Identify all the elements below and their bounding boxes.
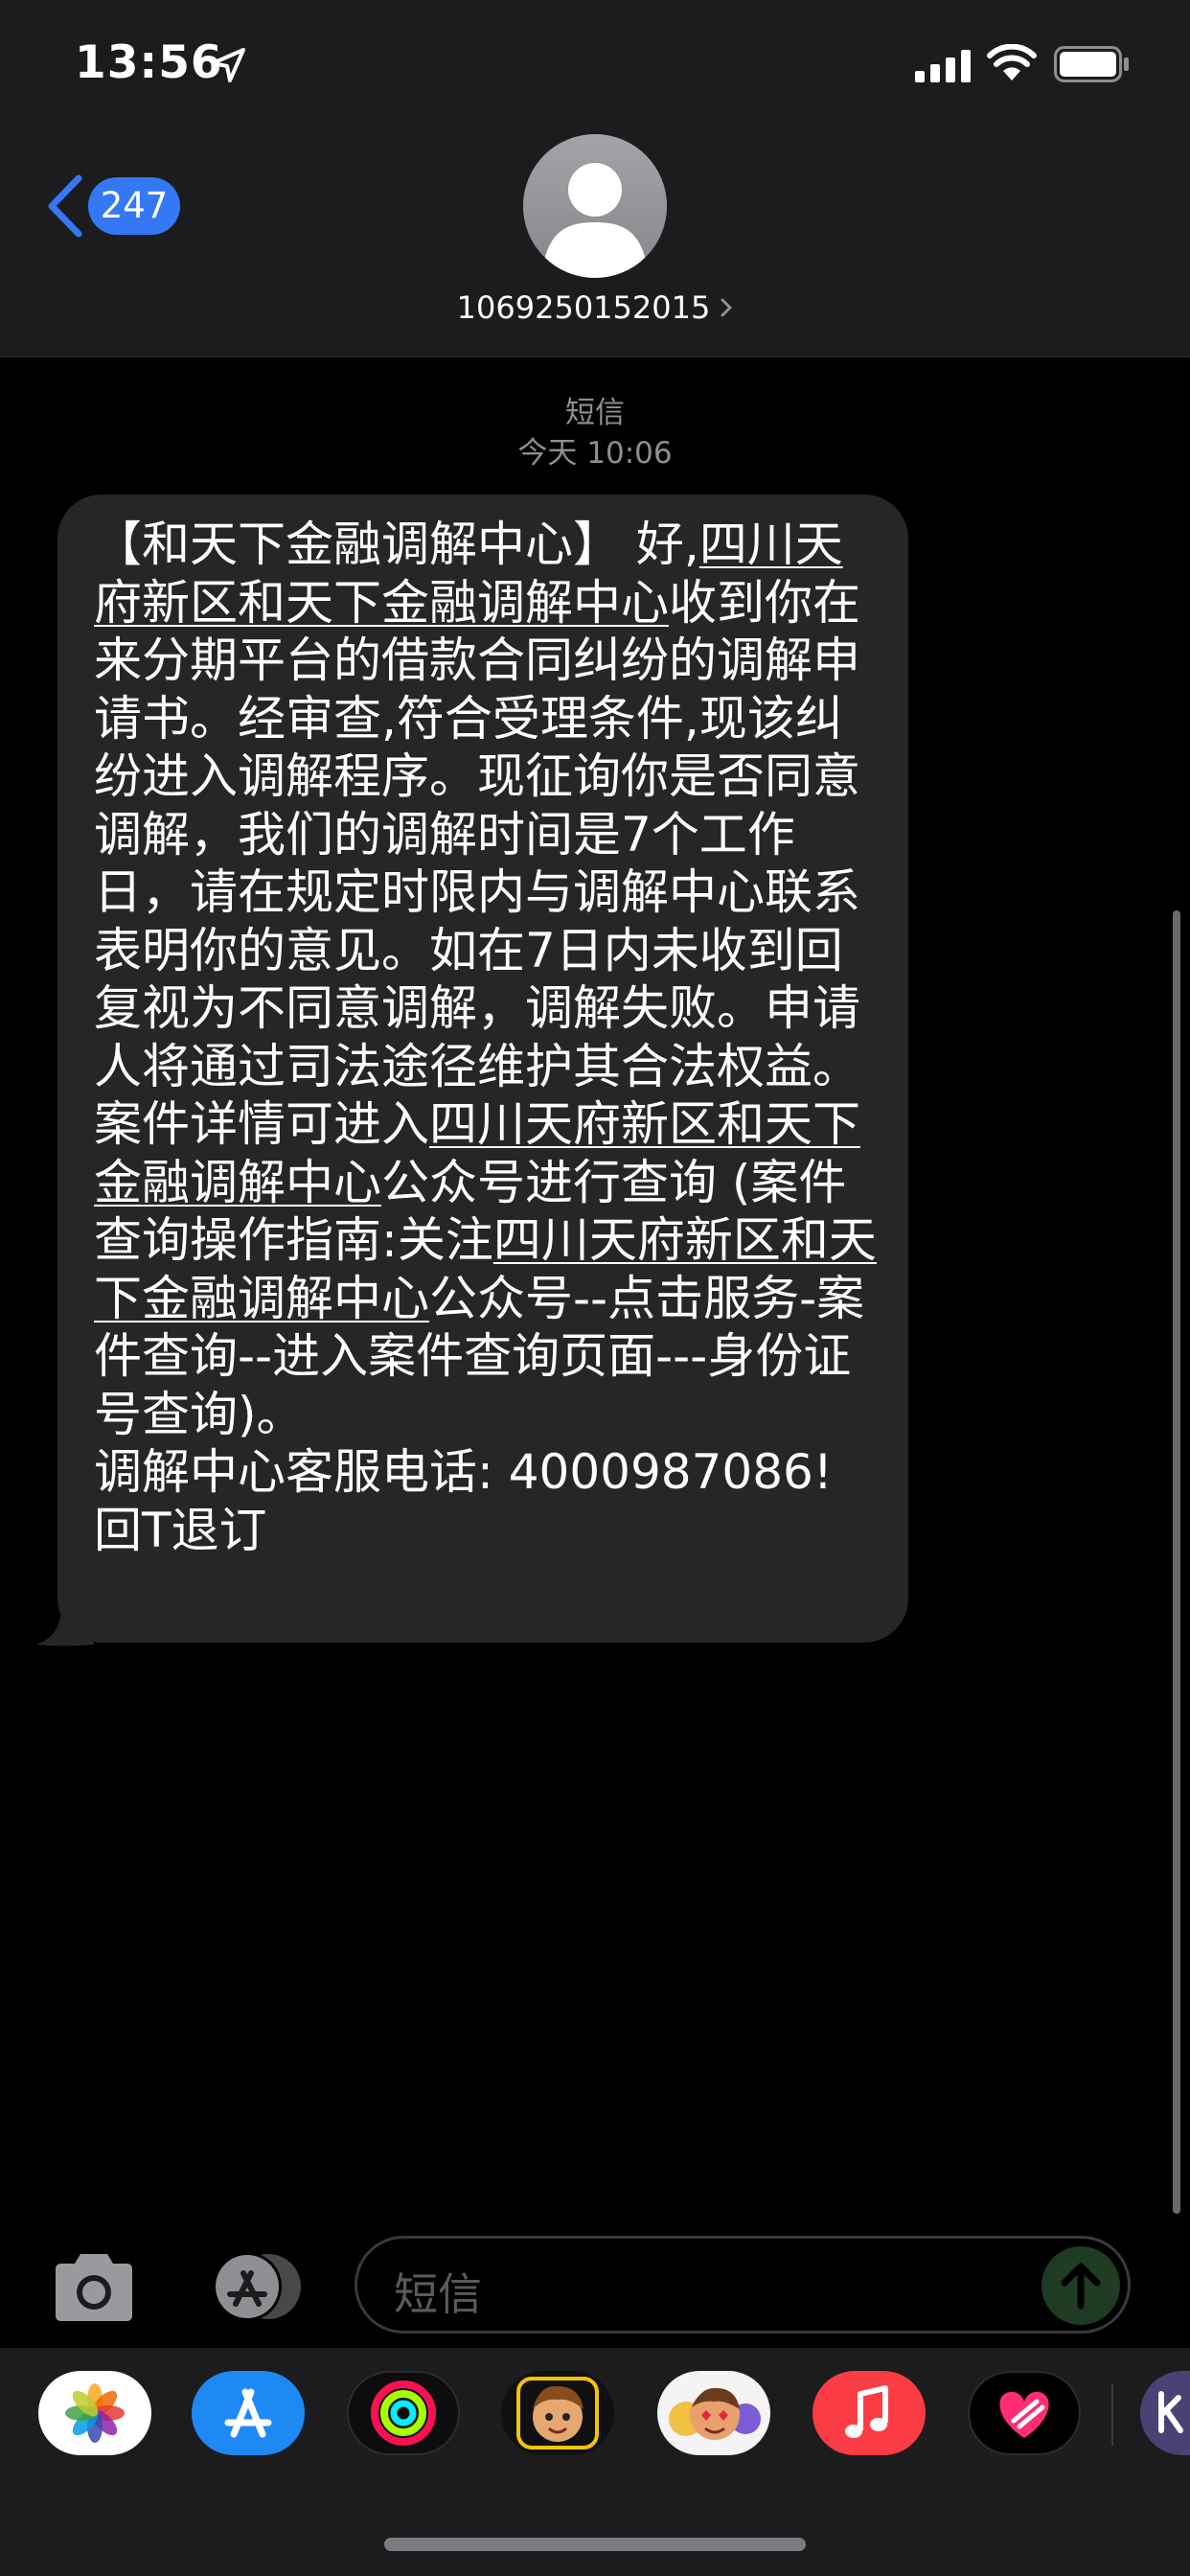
message-type-label: 短信 [565, 396, 625, 430]
contact-avatar[interactable] [523, 134, 667, 278]
message-timestamp: 今天 10:06 [517, 436, 673, 471]
contact-name-row[interactable]: 1069250152015 [0, 289, 1190, 326]
photos-app-button[interactable] [38, 2371, 151, 2455]
app-store-toggle-icon[interactable] [197, 2250, 305, 2323]
app-drawer [0, 2348, 1190, 2576]
app-store-app-button[interactable] [192, 2371, 305, 2455]
activity-icon [371, 2380, 436, 2446]
message-input[interactable]: 短信 [355, 2236, 1131, 2334]
arrow-up-icon [1061, 2263, 1101, 2310]
photos-icon [65, 2383, 125, 2443]
unread-count-badge[interactable]: 247 [88, 177, 180, 235]
music-app-button[interactable] [812, 2371, 926, 2455]
message-heading: 【和天下金融调解中心】 [94, 517, 636, 572]
status-time: 13:56 [75, 36, 223, 89]
memoji-stickers-icon [669, 2387, 761, 2440]
status-bar: 13:56 [0, 0, 1190, 134]
scroll-indicator[interactable] [1173, 910, 1180, 2214]
activity-app-button[interactable] [347, 2371, 460, 2455]
digital-touch-app-button[interactable] [968, 2371, 1081, 2455]
memoji-stickers-app-button[interactable] [657, 2371, 770, 2455]
send-button[interactable] [1041, 2246, 1120, 2325]
partial-app-icon [1158, 2391, 1183, 2433]
person-silhouette-icon [523, 134, 667, 278]
conversation-header: 247 1069250152015 [0, 134, 1190, 357]
cellular-signal-icon [915, 50, 971, 82]
message-text: 好, [635, 517, 699, 572]
message-meta: 短信 今天 10:06 [0, 393, 1190, 473]
home-indicator [384, 2538, 806, 2551]
battery-icon [1054, 46, 1129, 82]
more-apps-button[interactable] [1140, 2371, 1190, 2455]
drawer-divider [1111, 2384, 1113, 2446]
back-chevron-icon[interactable] [46, 174, 84, 238]
chevron-right-icon [721, 298, 733, 317]
message-body: 【和天下金融调解中心】 好,四川天府新区和天下金融调解中心收到你在来分期平台的借… [94, 516, 881, 1559]
wifi-icon [987, 44, 1037, 80]
contact-number: 1069250152015 [456, 289, 711, 326]
memoji-icon [516, 2377, 599, 2450]
location-arrow-icon [211, 48, 245, 82]
app-store-icon [224, 2388, 272, 2438]
memoji-app-button[interactable] [501, 2371, 614, 2455]
message-bubble[interactable]: 【和天下金融调解中心】 好,四川天府新区和天下金融调解中心收到你在来分期平台的借… [57, 494, 908, 1643]
camera-icon[interactable] [50, 2252, 138, 2323]
message-text: 收到你在来分期平台的借款合同纠纷的调解申请书。经审查,符合受理条件,现该纠纷进入… [94, 574, 860, 1153]
input-placeholder: 短信 [394, 2268, 482, 2320]
music-icon [845, 2385, 888, 2438]
digital-touch-icon [999, 2391, 1049, 2438]
